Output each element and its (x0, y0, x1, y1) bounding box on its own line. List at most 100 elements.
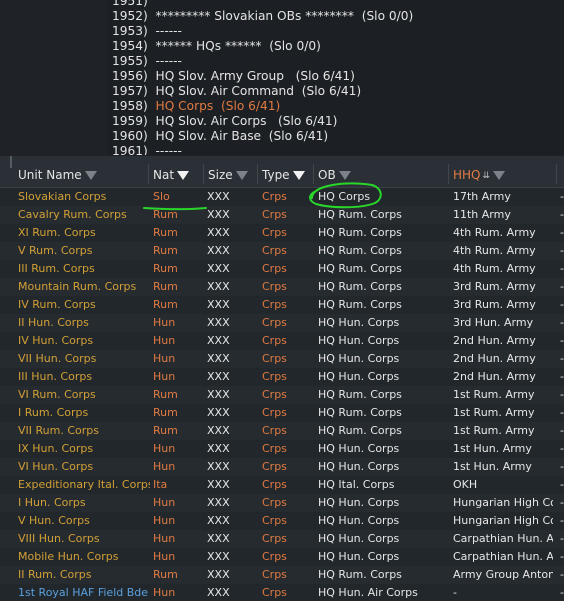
sort-desc-icon[interactable]: ⇊ (483, 167, 491, 185)
unit-name-cell[interactable]: III Rum. Corps (18, 260, 150, 278)
column-divider[interactable] (313, 164, 314, 184)
filter-funnel-icon[interactable] (84, 171, 97, 180)
type-cell: Crps (262, 586, 287, 599)
listing-line[interactable]: 1957) HQ Slov. Air Command (Slo 6/41) (112, 84, 361, 99)
filter-funnel-icon[interactable] (292, 171, 305, 180)
listing-line[interactable]: 1956) HQ Slov. Army Group (Slo 6/41) (112, 69, 355, 84)
table-row[interactable]: VI Rum. Corps Rum XXX Crps HQ Rum. Corps 1st … (0, 386, 564, 404)
col-type[interactable]: Type (262, 166, 305, 184)
col-unit-name[interactable]: Unit Name (18, 166, 97, 184)
unit-name-cell[interactable]: Slovakian Corps (18, 188, 150, 206)
ob-cell: HQ Hun. Corps (318, 514, 400, 527)
listing-line[interactable]: 1955) ------ (112, 54, 182, 69)
table-row[interactable]: Expeditionary Ital. Corps Ita XXX Crps HQ It… (0, 476, 564, 494)
table-row[interactable]: VII Hun. Corps Hun XXX Crps HQ Hun. Corps 2nd… (0, 350, 564, 368)
hhq-cell: Hungarian High Co (453, 514, 553, 527)
table-row[interactable]: VI Hun. Corps Hun XXX Crps HQ Hun. Corps 1st … (0, 458, 564, 476)
unit-name-cell[interactable]: Mountain Rum. Corps (18, 278, 150, 296)
unit-name-cell[interactable]: Expeditionary Ital. Corps (18, 476, 150, 494)
overflow-cell: - (560, 208, 564, 221)
col-hhq[interactable]: HHQ ⇊ (453, 166, 506, 185)
unit-name-cell[interactable]: I Hun. Corps (18, 494, 150, 512)
unit-name-cell[interactable]: VIII Hun. Corps (18, 530, 150, 548)
col-size[interactable]: Size (208, 166, 248, 184)
overflow-cell: - (560, 334, 564, 347)
column-divider[interactable] (448, 164, 449, 184)
table-row[interactable]: III Hun. Corps Hun XXX Crps HQ Hun. Corps 2nd… (0, 368, 564, 386)
unit-name-cell[interactable]: VI Rum. Corps (18, 386, 150, 404)
nationality-cell: Hun (153, 532, 176, 545)
table-row[interactable]: I Hun. Corps Hun XXX Crps HQ Hun. Corps Hunga… (0, 494, 564, 512)
unit-name-cell[interactable]: VII Rum. Corps (18, 422, 150, 440)
ob-cell: HQ Hun. Corps (318, 370, 400, 383)
listing-line[interactable]: 1958) HQ Corps (Slo 6/41) (112, 99, 280, 114)
nationality-cell: Rum (153, 244, 178, 257)
overflow-cell: - (560, 280, 564, 293)
overflow-cell: - (560, 460, 564, 473)
unit-name-cell[interactable]: II Hun. Corps (18, 314, 150, 332)
table-row[interactable]: I Rum. Corps Rum XXX Crps HQ Rum. Corps 1st R… (0, 404, 564, 422)
listing-line[interactable]: 1951) (112, 0, 156, 9)
table-row[interactable]: XI Rum. Corps Rum XXX Crps HQ Rum. Corps 4th … (0, 224, 564, 242)
column-divider[interactable] (203, 164, 204, 184)
unit-name-cell[interactable]: IV Rum. Corps (18, 296, 150, 314)
ob-cell: HQ Corps (318, 190, 371, 203)
listing-line[interactable]: 1954) ****** HQs ****** (Slo 0/0) (112, 39, 321, 54)
column-divider[interactable] (556, 164, 557, 184)
unit-name-cell[interactable]: V Rum. Corps (18, 242, 150, 260)
filter-funnel-icon[interactable] (177, 171, 190, 180)
col-nat[interactable]: Nat (153, 166, 190, 184)
unit-name-cell[interactable]: IV Hun. Corps (18, 332, 150, 350)
listing-line[interactable]: 1952) ********* Slovakian OBs ******** (… (112, 9, 413, 24)
overflow-cell: - (560, 406, 564, 419)
table-row[interactable]: 1st Royal HAF Field Bde Hun XXX Crps HQ Hun.… (0, 584, 564, 601)
listing-line[interactable]: 1953) ------ (112, 24, 182, 39)
unit-name-cell[interactable]: XI Rum. Corps (18, 224, 150, 242)
unit-name-cell[interactable]: I Rum. Corps (18, 404, 150, 422)
unit-name-cell[interactable]: II Rum. Corps (18, 566, 150, 584)
listing-line[interactable]: 1960) HQ Slov. Air Base (Slo 6/41) (112, 129, 328, 144)
table-row[interactable]: Cavalry Rum. Corps Rum XXX Crps HQ Rum. Corp… (0, 206, 564, 224)
table-row[interactable]: V Rum. Corps Rum XXX Crps HQ Rum. Corps 4th R… (0, 242, 564, 260)
header-resize-handle[interactable] (10, 156, 12, 168)
table-row[interactable]: Mountain Rum. Corps Rum XXX Crps HQ Rum. Cor… (0, 278, 564, 296)
nationality-cell: Hun (153, 550, 176, 563)
listing-line[interactable]: 1961) ------ (112, 144, 182, 155)
ob-cell: HQ Rum. Corps (318, 208, 402, 221)
size-cell: XXX (207, 316, 230, 329)
unit-name-cell[interactable]: 1st Royal HAF Field Bde (18, 584, 150, 601)
column-divider[interactable] (257, 164, 258, 184)
table-row[interactable]: II Rum. Corps Rum XXX Crps HQ Rum. Corps Army… (0, 566, 564, 584)
hhq-cell: 3rd Hun. Army (453, 316, 534, 329)
table-row[interactable]: IX Hun. Corps Hun XXX Crps HQ Hun. Corps 1st … (0, 440, 564, 458)
table-row[interactable]: Mobile Hun. Corps Hun XXX Crps HQ Hun. Corps… (0, 548, 564, 566)
column-divider[interactable] (148, 164, 149, 184)
unit-name-cell[interactable]: Cavalry Rum. Corps (18, 206, 150, 224)
filter-funnel-icon[interactable] (338, 171, 351, 180)
hhq-cell: 2nd Hun. Army (453, 370, 536, 383)
unit-name-cell[interactable]: VII Hun. Corps (18, 350, 150, 368)
table-row[interactable]: VIII Hun. Corps Hun XXX Crps HQ Hun. Corps Ca… (0, 530, 564, 548)
table-row[interactable]: Slovakian Corps Slo XXX Crps HQ Corps 17th Ar… (0, 188, 564, 206)
filter-funnel-icon[interactable] (235, 171, 248, 180)
table-row[interactable]: II Hun. Corps Hun XXX Crps HQ Hun. Corps 3rd … (0, 314, 564, 332)
unit-name-cell[interactable]: V Hun. Corps (18, 512, 150, 530)
table-row[interactable]: VII Rum. Corps Rum XXX Crps HQ Rum. Corps 1st… (0, 422, 564, 440)
col-ob-label: OB (318, 168, 336, 182)
size-cell: XXX (207, 352, 230, 365)
filter-funnel-icon[interactable] (493, 171, 506, 180)
nationality-cell: Rum (153, 280, 178, 293)
unit-name-cell[interactable]: III Hun. Corps (18, 368, 150, 386)
type-cell: Crps (262, 406, 287, 419)
hhq-cell: Carpathian Hun. Ar (453, 532, 553, 545)
table-row[interactable]: IV Rum. Corps Rum XXX Crps HQ Rum. Corps 3rd … (0, 296, 564, 314)
unit-name-cell[interactable]: IX Hun. Corps (18, 440, 150, 458)
table-row[interactable]: III Rum. Corps Rum XXX Crps HQ Rum. Corps 4th… (0, 260, 564, 278)
unit-name-cell[interactable]: Mobile Hun. Corps (18, 548, 150, 566)
nationality-cell: Rum (153, 406, 178, 419)
listing-line[interactable]: 1959) HQ Slov. Air Corps (Slo 6/41) (112, 114, 337, 129)
table-row[interactable]: IV Hun. Corps Hun XXX Crps HQ Hun. Corps 2nd … (0, 332, 564, 350)
unit-name-cell[interactable]: VI Hun. Corps (18, 458, 150, 476)
col-ob[interactable]: OB (318, 166, 351, 184)
table-row[interactable]: V Hun. Corps Hun XXX Crps HQ Hun. Corps Hunga… (0, 512, 564, 530)
